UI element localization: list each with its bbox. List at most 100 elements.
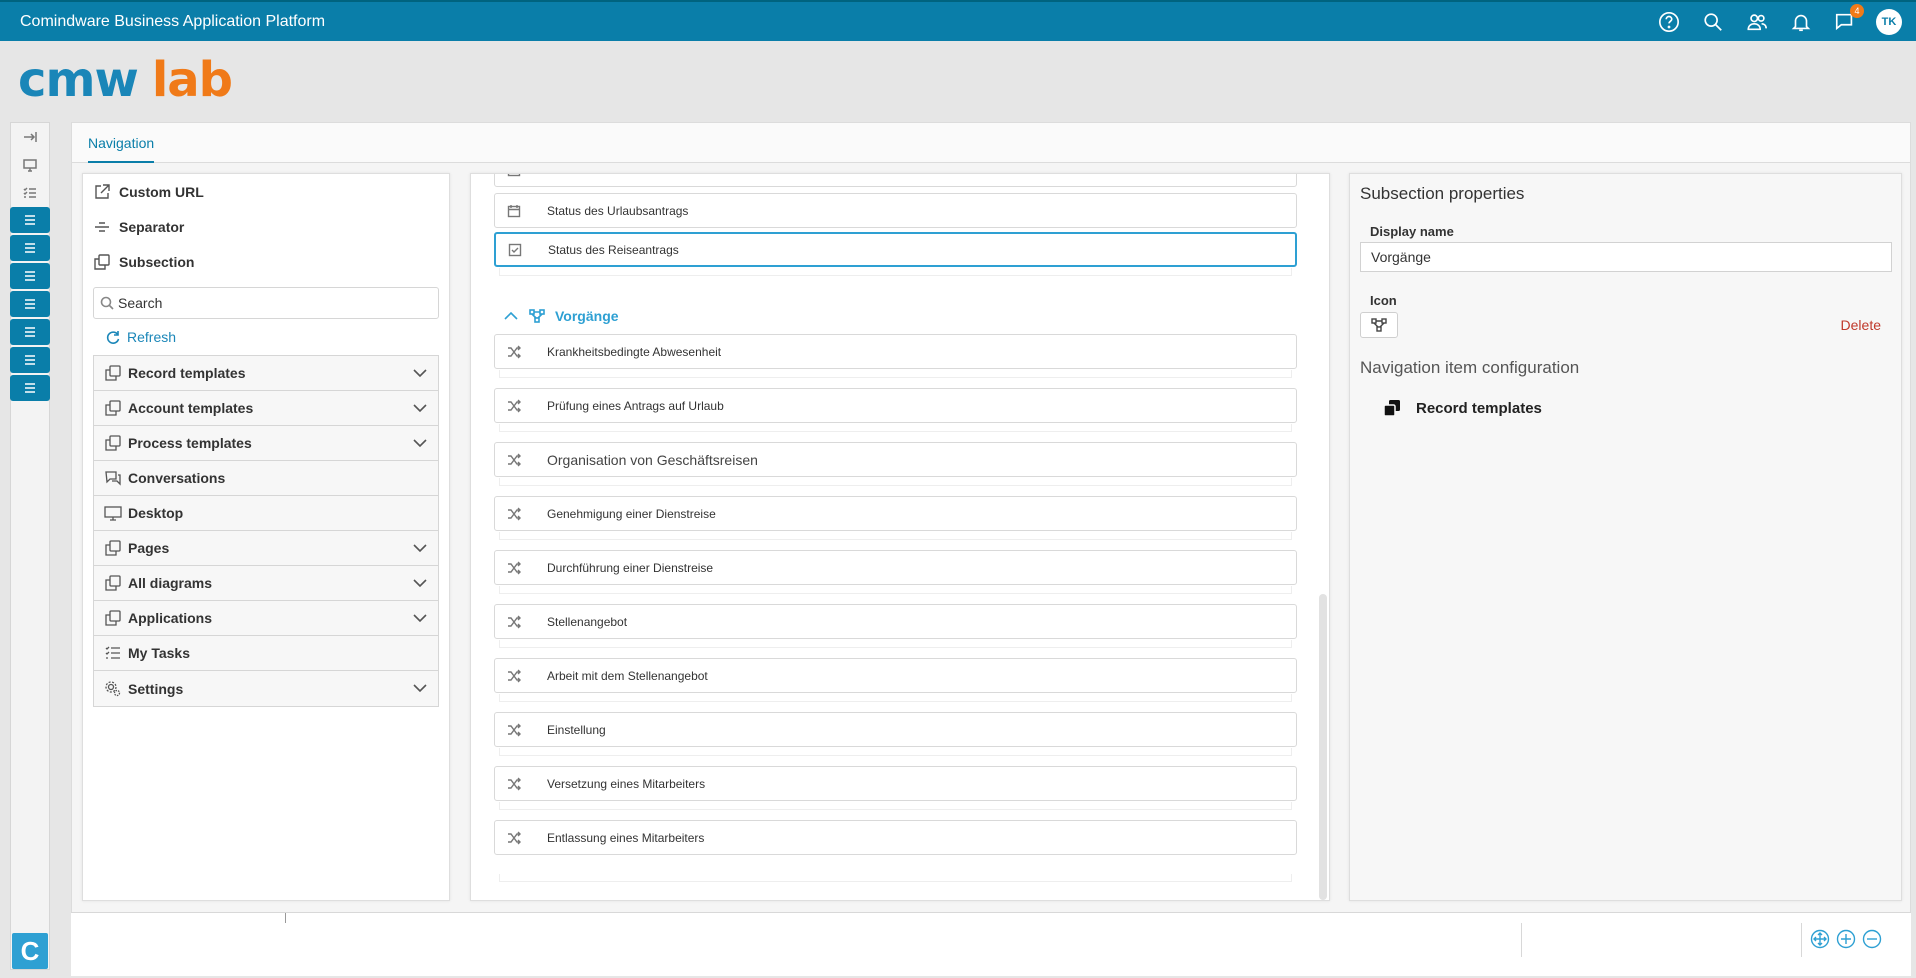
drop-zone	[499, 874, 1292, 882]
accordion-label: Record templates	[128, 365, 246, 381]
subsection-title: Vorgänge	[555, 308, 619, 324]
tree-item[interactable]: Genehmigung einer Dienstreise	[494, 496, 1297, 531]
subsection-header[interactable]: Vorgänge	[503, 308, 619, 324]
search-input[interactable]: Search	[93, 287, 439, 319]
subsection-control[interactable]: Subsection	[83, 244, 449, 279]
tree-item[interactable]: Prüfung eines Antrags auf Urlaub	[494, 388, 1297, 423]
drop-zone	[499, 586, 1292, 594]
app-title: Comindware Business Application Platform	[20, 12, 326, 30]
chat-icon[interactable]: 4	[1832, 3, 1864, 35]
tree-item-label: Versetzung eines Mitarbeiters	[547, 776, 706, 791]
tree-item-partial[interactable]	[494, 174, 1297, 187]
chevron-down-icon	[413, 439, 427, 448]
properties-title: Subsection properties	[1360, 184, 1525, 203]
collapse-panel-icon[interactable]	[11, 123, 49, 151]
shuffle-icon	[508, 615, 521, 628]
tree-item-selected[interactable]: Status des Reiseantrags	[494, 232, 1297, 267]
calendar-icon	[507, 204, 521, 217]
nav-config-item[interactable]: Record templates	[1382, 398, 1542, 418]
drop-zone	[499, 802, 1292, 810]
menu-list-icon[interactable]	[10, 235, 50, 261]
search-placeholder: Search	[118, 295, 163, 311]
desktop-icon[interactable]	[11, 151, 49, 179]
tree-item[interactable]: Einstellung	[494, 712, 1297, 747]
bell-icon[interactable]	[1788, 9, 1814, 35]
menu-list-icon[interactable]	[10, 263, 50, 289]
tree-item[interactable]: Versetzung eines Mitarbeiters	[494, 766, 1297, 801]
menu-list-icon[interactable]	[10, 207, 50, 233]
external-link-icon	[95, 183, 110, 199]
tree-item[interactable]: Durchführung einer Dienstreise	[494, 550, 1297, 585]
tree-item-label: Einstellung	[547, 722, 606, 737]
drop-zone	[499, 532, 1292, 540]
accordion-all-diagrams[interactable]: All diagrams	[94, 566, 438, 601]
menu-list-icon[interactable]	[10, 291, 50, 317]
shuffle-icon	[508, 453, 521, 466]
tree-item[interactable]: Stellenangebot	[494, 604, 1297, 639]
copy-icon	[94, 253, 110, 270]
zoom-out-icon[interactable]	[1862, 929, 1882, 949]
copy-icon	[105, 400, 121, 416]
shuffle-icon	[508, 561, 521, 574]
copy-filled-icon	[1383, 400, 1400, 417]
menu-list-icon[interactable]	[10, 319, 50, 345]
comindware-logo-icon[interactable]: C	[12, 933, 48, 969]
copy-icon	[105, 365, 121, 381]
accordion-label: Settings	[128, 680, 184, 697]
accordion-label: Applications	[128, 610, 213, 626]
logo-part-cmw: cmw	[18, 52, 139, 108]
tree-item[interactable]: Status des Urlaubsantrags	[494, 193, 1297, 228]
menu-list-icon[interactable]	[10, 347, 50, 373]
accordion-label: All diagrams	[128, 575, 213, 591]
accordion-process-templates[interactable]: Process templates	[94, 426, 438, 461]
chevron-down-icon	[413, 684, 427, 693]
help-icon[interactable]	[1656, 9, 1682, 35]
delete-icon-link[interactable]: Delete	[1841, 317, 1881, 333]
custom-url-control[interactable]: Custom URL	[83, 174, 449, 209]
accordion-account-templates[interactable]: Account templates	[94, 391, 438, 426]
accordion-desktop[interactable]: Desktop	[94, 496, 438, 531]
tree-item[interactable]: Krankheitsbedingte Abwesenheit	[494, 334, 1297, 369]
accordion-record-templates[interactable]: Record templates	[94, 356, 438, 391]
brand-logo: cmw lab	[18, 56, 233, 104]
shuffle-icon	[508, 831, 521, 844]
tree-item-label: Prüfung eines Antrags auf Urlaub	[547, 398, 724, 413]
zoom-controls	[1810, 929, 1882, 949]
separator-icon	[95, 221, 109, 232]
menu-list-icon[interactable]	[10, 375, 50, 401]
copy-icon	[105, 435, 121, 451]
move-icon[interactable]	[1810, 929, 1830, 949]
accordion-conversations[interactable]: Conversations	[94, 461, 438, 496]
icon-picker-button[interactable]	[1360, 312, 1398, 338]
chevron-down-icon	[413, 369, 427, 378]
tree-item[interactable]: Entlassung eines Mitarbeiters	[494, 820, 1297, 855]
user-avatar[interactable]: TK	[1876, 8, 1902, 35]
conversation-icon	[105, 471, 121, 486]
desktop-icon	[104, 506, 122, 521]
scrollbar[interactable]	[1319, 594, 1327, 900]
tab-bar: Navigation	[72, 123, 1910, 163]
tasks-icon[interactable]	[11, 179, 49, 207]
logo-part-lab: lab	[151, 52, 233, 108]
accordion-pages[interactable]: Pages	[94, 531, 438, 566]
accordion-applications[interactable]: Applications	[94, 601, 438, 636]
refresh-button[interactable]: Refresh	[83, 319, 449, 355]
navigation-tree-panel: Status des Urlaubsantrags Status des Rei…	[470, 173, 1330, 901]
tab-navigation[interactable]: Navigation	[88, 123, 155, 163]
drop-zone	[499, 424, 1292, 432]
accordion-label: My Tasks	[128, 645, 190, 661]
display-name-field[interactable]: Vorgänge	[1360, 242, 1892, 272]
tree-item[interactable]: Arbeit mit dem Stellenangebot	[494, 658, 1297, 693]
search-icon[interactable]	[1700, 9, 1726, 35]
accordion-label: Desktop	[128, 505, 184, 521]
checkbox-icon	[508, 243, 522, 256]
zoom-in-icon[interactable]	[1836, 929, 1856, 949]
shuffle-icon	[508, 345, 521, 358]
accordion-my-tasks[interactable]: My Tasks	[94, 636, 438, 671]
tree-item[interactable]: Organisation von Geschäftsreisen	[494, 442, 1297, 477]
tree-item-label: Organisation von Geschäftsreisen	[547, 451, 758, 468]
template-accordion: Record templates Account templates Proce…	[93, 355, 439, 707]
separator-control[interactable]: Separator	[83, 209, 449, 244]
accordion-settings[interactable]: Settings	[94, 671, 438, 706]
users-icon[interactable]	[1744, 9, 1770, 35]
